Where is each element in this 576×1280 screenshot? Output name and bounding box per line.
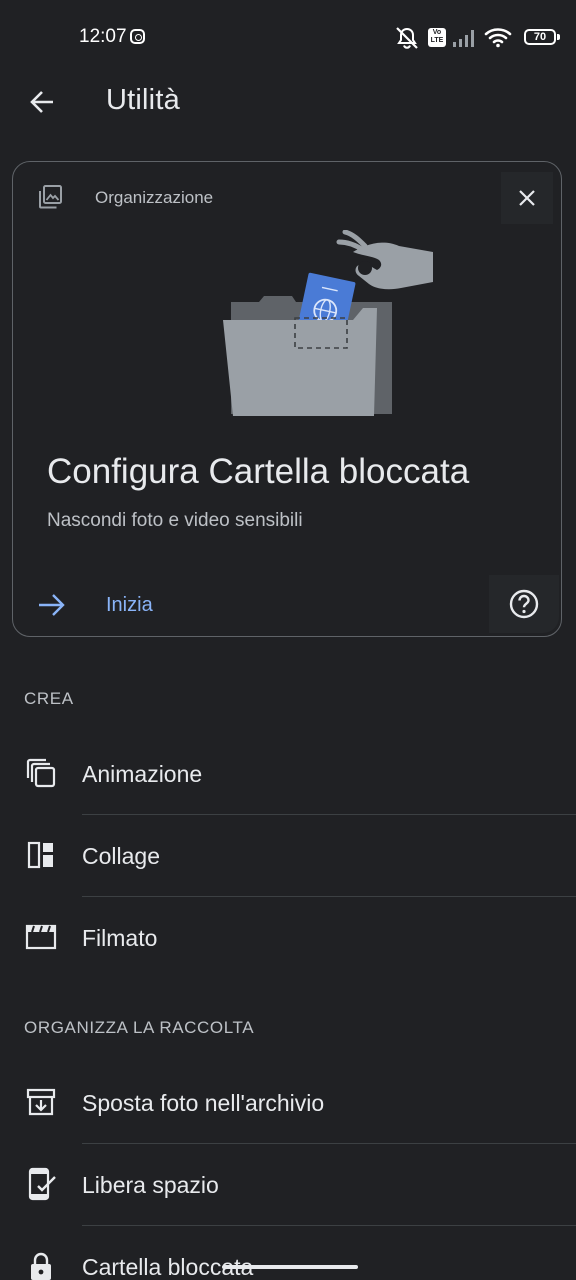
section-header-organize: ORGANIZZA LA RACCOLTA bbox=[24, 1018, 255, 1037]
arrow-right-icon bbox=[39, 594, 65, 616]
battery-icon: 70 bbox=[524, 29, 556, 45]
movie-icon bbox=[25, 924, 57, 950]
volte-label: Vo LTE bbox=[430, 29, 444, 44]
screen: 12:07 Vo LTE 70 Utilità Organizzazione C… bbox=[0, 0, 576, 1280]
divider bbox=[82, 1143, 576, 1144]
free-space-icon bbox=[28, 1167, 56, 1201]
start-arrow-button[interactable] bbox=[37, 589, 73, 621]
battery-level: 70 bbox=[533, 31, 547, 43]
instagram-icon bbox=[130, 29, 145, 44]
list-item-label: Collage bbox=[82, 843, 160, 869]
locked-folder-card: Organizzazione Configura Cartella blocca… bbox=[12, 161, 562, 637]
divider bbox=[82, 814, 576, 815]
mute-icon bbox=[396, 27, 418, 49]
divider bbox=[82, 896, 576, 897]
list-item-label: Libera spazio bbox=[82, 1172, 219, 1198]
page-title: Utilità bbox=[106, 84, 180, 116]
start-button[interactable]: Inizia bbox=[106, 594, 153, 617]
section-header-create: CREA bbox=[24, 689, 74, 708]
locked-folder-illustration bbox=[223, 230, 433, 416]
photo-library-icon bbox=[39, 185, 62, 209]
battery-tip bbox=[557, 34, 560, 40]
help-circle-icon bbox=[509, 589, 539, 619]
volte-icon: Vo LTE bbox=[428, 28, 446, 47]
status-time: 12:07 bbox=[79, 26, 127, 47]
collage-icon bbox=[27, 841, 53, 869]
lock-icon bbox=[31, 1252, 51, 1280]
list-item-movie[interactable]: Filmato bbox=[0, 898, 576, 980]
list-item-archive[interactable]: Sposta foto nell'archivio bbox=[0, 1063, 576, 1145]
list-item-label: Filmato bbox=[82, 925, 158, 951]
close-icon bbox=[519, 190, 535, 206]
list-item-animation[interactable]: Animazione bbox=[0, 734, 576, 816]
animation-icon bbox=[26, 758, 56, 788]
close-button[interactable] bbox=[501, 172, 553, 224]
archive-icon bbox=[26, 1088, 56, 1116]
list-item-label: Animazione bbox=[82, 761, 203, 787]
divider bbox=[82, 1225, 576, 1226]
card-subtitle: Nascondi foto e video sensibili bbox=[47, 510, 303, 531]
card-category: Organizzazione bbox=[95, 188, 214, 207]
status-bar: 12:07 Vo LTE 70 bbox=[0, 0, 576, 76]
wifi-icon bbox=[484, 28, 512, 48]
list-item-locked-folder[interactable]: Cartella bloccata bbox=[0, 1227, 576, 1280]
list-item-label: Sposta foto nell'archivio bbox=[82, 1090, 325, 1116]
back-button[interactable] bbox=[22, 82, 62, 122]
arrow-left-icon bbox=[30, 91, 53, 113]
card-title: Configura Cartella bloccata bbox=[47, 452, 470, 491]
list-item-collage[interactable]: Collage bbox=[0, 816, 576, 898]
home-indicator[interactable] bbox=[222, 1265, 358, 1269]
signal-icon bbox=[453, 30, 474, 47]
help-button[interactable] bbox=[489, 575, 559, 633]
list-item-free-space[interactable]: Libera spazio bbox=[0, 1145, 576, 1227]
